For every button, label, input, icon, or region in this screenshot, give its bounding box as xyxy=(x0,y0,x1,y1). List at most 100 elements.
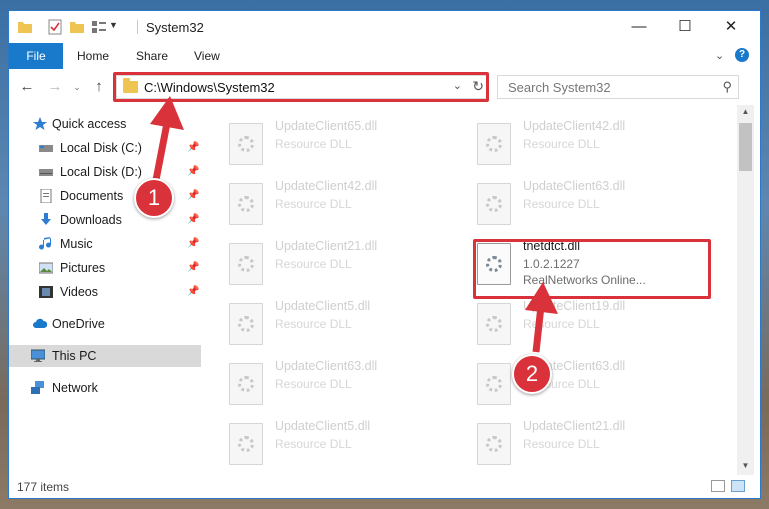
large-icons-view-icon[interactable] xyxy=(731,480,745,492)
file-item[interactable]: UpdateClient5.dll Resource DLL xyxy=(229,419,459,471)
scroll-up-arrow[interactable]: ▲ xyxy=(737,107,754,116)
chevron-down-icon[interactable]: ▼ xyxy=(109,20,118,30)
file-item[interactable]: UpdateClient42.dll Resource DLL xyxy=(477,119,707,171)
pin-icon: 📌 xyxy=(187,214,200,225)
cloud-icon xyxy=(33,318,47,328)
file-item[interactable]: UpdateClient19.dll Resource DLL xyxy=(477,299,707,351)
maximize-button[interactable]: ☐ xyxy=(662,11,708,43)
address-highlight-box xyxy=(113,72,489,102)
sidebar-item-local-disk-c[interactable]: Local Disk (C:) 📌 xyxy=(9,137,201,159)
vertical-scrollbar[interactable]: ▲ ▼ xyxy=(737,105,754,475)
sidebar-item-label: Downloads xyxy=(60,213,122,227)
forward-button[interactable]: → xyxy=(45,77,65,97)
dll-file-icon xyxy=(477,183,511,225)
file-item[interactable]: UpdateClient63.dll Resource DLL xyxy=(477,359,707,411)
network-icon xyxy=(31,381,44,394)
sidebar-item-label: OneDrive xyxy=(52,317,105,331)
dll-file-icon xyxy=(477,423,511,465)
navigation-pane: Quick access Local Disk (C:) 📌 Local Dis… xyxy=(9,105,201,475)
file-description: Resource DLL xyxy=(275,437,352,451)
details-view-icon[interactable] xyxy=(711,480,725,492)
file-description: Resource DLL xyxy=(523,317,600,331)
close-button[interactable]: ✕ xyxy=(708,11,754,43)
status-bar: 177 items xyxy=(9,475,760,498)
callout-badge-2: 2 xyxy=(512,354,552,394)
callout-badge-1: 1 xyxy=(134,178,174,218)
file-name: UpdateClient21.dll xyxy=(275,239,378,253)
sidebar-item-onedrive[interactable]: OneDrive xyxy=(9,313,201,335)
sidebar-item-network[interactable]: Network xyxy=(9,377,201,399)
minimize-button[interactable]: — xyxy=(616,11,662,43)
sidebar-item-this-pc[interactable]: This PC xyxy=(9,345,201,367)
file-description: Resource DLL xyxy=(523,137,600,151)
file-item[interactable]: UpdateClient21.dll Resource DLL xyxy=(229,239,459,291)
dll-file-icon xyxy=(477,363,511,405)
downloads-icon xyxy=(41,213,51,225)
search-box[interactable]: Search System32 ⚲ xyxy=(497,75,739,99)
search-placeholder[interactable]: Search System32 xyxy=(508,80,611,95)
file-item[interactable]: UpdateClient65.dll Resource DLL xyxy=(229,119,459,171)
file-name: UpdateClient63.dll xyxy=(275,359,378,373)
drive-icon xyxy=(39,145,53,152)
file-item[interactable]: UpdateClient5.dll Resource DLL xyxy=(229,299,459,351)
expand-ribbon-icon[interactable]: ⌄ xyxy=(715,49,724,62)
pin-icon: 📌 xyxy=(187,142,200,153)
sidebar-item-downloads[interactable]: Downloads 📌 xyxy=(9,209,201,231)
tab-view[interactable]: View xyxy=(184,43,230,69)
sidebar-item-label: Network xyxy=(52,381,98,395)
sidebar-item-label: Videos xyxy=(60,285,98,299)
dll-file-icon xyxy=(229,123,263,165)
scrollbar-thumb[interactable] xyxy=(739,123,752,171)
tab-home[interactable]: Home xyxy=(67,43,119,69)
dll-file-icon xyxy=(229,423,263,465)
file-description: Resource DLL xyxy=(275,317,352,331)
file-item[interactable]: UpdateClient42.dll Resource DLL xyxy=(229,179,459,231)
sidebar-item-quick-access[interactable]: Quick access xyxy=(9,113,201,135)
folder-icon xyxy=(18,22,32,33)
star-icon xyxy=(33,117,47,130)
pictures-icon xyxy=(39,262,53,274)
properties-icon[interactable] xyxy=(47,19,63,35)
customize-toolbar-icon[interactable] xyxy=(91,19,107,35)
dll-file-icon xyxy=(477,303,511,345)
dll-file-icon xyxy=(229,243,263,285)
file-name: UpdateClient19.dll xyxy=(523,299,626,313)
tab-share[interactable]: Share xyxy=(126,43,178,69)
sidebar-item-label: Local Disk (C:) xyxy=(60,141,142,155)
sidebar-item-videos[interactable]: Videos 📌 xyxy=(9,281,201,303)
scroll-down-arrow[interactable]: ▼ xyxy=(737,461,754,470)
file-list: UpdateClient65.dll Resource DLL UpdateCl… xyxy=(201,105,737,475)
sidebar-item-label: Music xyxy=(60,237,93,251)
up-button[interactable]: ↑ xyxy=(89,77,109,97)
recent-locations-button[interactable]: ⌄ xyxy=(67,77,87,97)
file-name: UpdateClient5.dll xyxy=(275,299,371,313)
file-name: UpdateClient63.dll xyxy=(523,179,626,193)
new-folder-icon[interactable] xyxy=(69,19,85,35)
tab-file[interactable]: File xyxy=(9,43,63,69)
title-separator xyxy=(137,20,138,34)
file-description: Resource DLL xyxy=(523,197,600,211)
file-name: UpdateClient5.dll xyxy=(275,419,371,433)
pin-icon: 📌 xyxy=(187,238,200,249)
file-name: UpdateClient65.dll xyxy=(275,119,378,133)
navigation-bar: ← → ⌄ ↑ C:\Windows\System32 ⌄ ↻ Search S… xyxy=(9,69,760,105)
help-icon[interactable]: ? xyxy=(735,48,749,62)
sidebar-item-label: Local Disk (D:) xyxy=(60,165,142,179)
back-button[interactable]: ← xyxy=(17,77,37,97)
file-item[interactable]: UpdateClient63.dll Resource DLL xyxy=(229,359,459,411)
file-highlight-box xyxy=(473,239,711,299)
search-icon[interactable]: ⚲ xyxy=(722,79,732,95)
file-description: Resource DLL xyxy=(275,137,352,151)
file-item[interactable]: UpdateClient63.dll Resource DLL xyxy=(477,179,707,231)
sidebar-item-pictures[interactable]: Pictures 📌 xyxy=(9,257,201,279)
sidebar-item-music[interactable]: Music 📌 xyxy=(9,233,201,255)
drive-icon xyxy=(39,169,53,176)
file-name: UpdateClient21.dll xyxy=(523,419,626,433)
sidebar-item-label: This PC xyxy=(52,349,97,363)
file-item[interactable]: UpdateClient21.dll Resource DLL xyxy=(477,419,707,471)
dll-file-icon xyxy=(229,303,263,345)
documents-icon xyxy=(40,189,52,203)
pin-icon: 📌 xyxy=(187,190,200,201)
sidebar-item-local-disk-d[interactable]: Local Disk (D:) 📌 xyxy=(9,161,201,183)
file-description: Resource DLL xyxy=(523,437,600,451)
